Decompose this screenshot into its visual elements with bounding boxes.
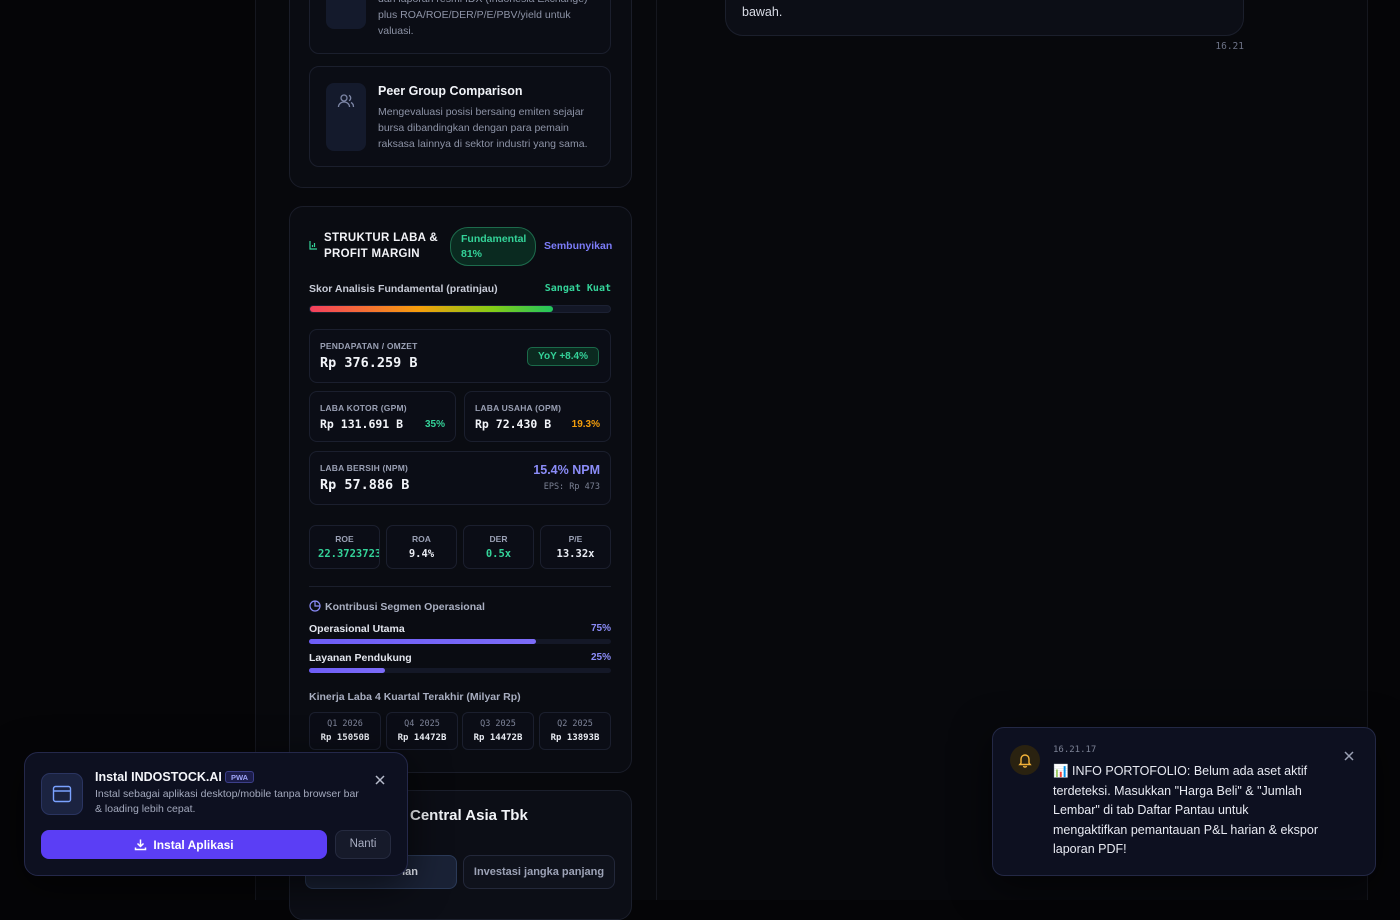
ratio-der: DER 0.5x bbox=[463, 525, 534, 569]
metric-value: Rp 376.259 B bbox=[320, 355, 418, 371]
feature-card-peer-group: Peer Group Comparison Mengevaluasi posis… bbox=[309, 66, 611, 167]
quarter-value: Rp 14472B bbox=[473, 733, 523, 743]
metric-label: PENDAPATAN / OMZET bbox=[320, 341, 418, 351]
ratio-label: P/E bbox=[568, 534, 583, 544]
ratio-pe: P/E 13.32x bbox=[540, 525, 611, 569]
gross-profit-metric: LABA KOTOR (GPM) Rp 131.691 B 35% bbox=[309, 391, 456, 442]
segment-title: Kontribusi Segmen Operasional bbox=[325, 601, 485, 613]
operating-margin-value: 19.3% bbox=[571, 419, 600, 430]
quarter-title: Kinerja Laba 4 Kuartal Terakhir (Milyar … bbox=[309, 691, 521, 703]
feature-card-fundamental: dan laporan resmi IDX (Indonesia Exchang… bbox=[309, 0, 611, 54]
metric-label: LABA USAHA (OPM) bbox=[475, 403, 562, 413]
metric-label: LABA BERSIH (NPM) bbox=[320, 463, 409, 473]
pie-chart-icon bbox=[309, 600, 321, 612]
quarter-label: Q2 2025 bbox=[557, 719, 593, 729]
close-icon[interactable] bbox=[1341, 748, 1357, 764]
ratio-value: 9.4% bbox=[408, 548, 435, 560]
close-icon[interactable] bbox=[371, 771, 389, 789]
score-value: Sangat Kuat bbox=[544, 283, 611, 294]
quarter-box: Q4 2025 Rp 14472B bbox=[386, 712, 458, 750]
chat-timestamp: 16.21 bbox=[1215, 41, 1244, 52]
quarter-box: Q1 2026 Rp 15050B bbox=[309, 712, 381, 750]
score-label: Skor Analisis Fundamental (pratinjau) bbox=[309, 283, 498, 295]
divider bbox=[309, 586, 611, 587]
toast-message: 📊 INFO PORTOFOLIO: Belum ada aset aktif … bbox=[1053, 764, 1318, 856]
ratio-value: 22.37237237 bbox=[318, 548, 379, 560]
eps-value: EPS: Rp 473 bbox=[543, 482, 600, 492]
metric-label: LABA KOTOR (GPM) bbox=[320, 403, 407, 413]
toast-timestamp: 16.21.17 bbox=[1053, 745, 1097, 755]
quarter-value: Rp 13893B bbox=[550, 733, 600, 743]
pwa-title: Instal INDOSTOCK.AI bbox=[95, 770, 222, 784]
quarter-value: Rp 15050B bbox=[320, 733, 370, 743]
app-window-icon bbox=[41, 773, 83, 815]
segment-name: Layanan Pendukung bbox=[309, 652, 412, 664]
metric-value: Rp 72.430 B bbox=[475, 417, 552, 431]
segment-bar bbox=[309, 639, 611, 644]
install-app-button[interactable]: Instal Aplikasi bbox=[41, 830, 327, 859]
quarter-label: Q1 2026 bbox=[327, 719, 363, 729]
chat-message-text: bawah. bbox=[742, 5, 783, 19]
feature-icon-box bbox=[326, 0, 366, 29]
npm-value: 15.4% NPM bbox=[533, 463, 600, 477]
metric-value: Rp 131.691 B bbox=[320, 417, 404, 431]
net-profit-metric: LABA BERSIH (NPM) Rp 57.886 B 15.4% NPM … bbox=[309, 451, 611, 505]
yoy-badge: YoY +8.4% bbox=[527, 347, 599, 366]
quarter-label: Q3 2025 bbox=[480, 719, 516, 729]
metric-value: Rp 57.886 B bbox=[320, 477, 410, 493]
score-progress-bar bbox=[309, 305, 611, 313]
bell-icon bbox=[1010, 745, 1040, 775]
gross-margin-value: 35% bbox=[424, 419, 445, 430]
segment-pct: 25% bbox=[590, 652, 611, 663]
ratio-label: ROE bbox=[335, 534, 354, 544]
download-icon bbox=[135, 839, 147, 851]
feature-title: Peer Group Comparison bbox=[378, 84, 523, 98]
company-title: Central Asia Tbk bbox=[410, 807, 528, 824]
fundamental-badge: Fundamental 81% bbox=[450, 227, 536, 266]
feature-desc: dan laporan resmi IDX (Indonesia Exchang… bbox=[378, 0, 588, 37]
chat-bubble: bawah. bbox=[725, 0, 1244, 36]
score-progress-fill bbox=[310, 306, 553, 312]
operating-profit-metric: LABA USAHA (OPM) Rp 72.430 B 19.3% bbox=[464, 391, 611, 442]
pwa-install-prompt: Instal INDOSTOCK.AI PWA Instal sebagai a… bbox=[24, 752, 408, 876]
quarter-box: Q2 2025 Rp 13893B bbox=[539, 712, 611, 750]
segment-bar-fill bbox=[309, 668, 385, 673]
segment-pct: 75% bbox=[590, 623, 611, 634]
segment-bar bbox=[309, 668, 611, 673]
users-icon bbox=[326, 83, 366, 151]
later-button[interactable]: Nanti bbox=[335, 830, 391, 859]
feature-desc: Mengevaluasi posisi bersaing emiten seja… bbox=[378, 106, 588, 150]
ratio-label: ROA bbox=[412, 534, 431, 544]
section-title: STRUKTUR LABA & PROFIT MARGIN bbox=[324, 232, 438, 260]
hide-button[interactable]: Sembunyikan bbox=[544, 240, 612, 252]
ratio-label: DER bbox=[489, 534, 508, 544]
segment-bar-fill bbox=[309, 639, 536, 644]
pwa-desc: Instal sebagai aplikasi desktop/mobile t… bbox=[95, 788, 359, 815]
segment-name: Operasional Utama bbox=[309, 623, 405, 635]
install-label: Instal Aplikasi bbox=[153, 837, 234, 852]
bar-chart-icon bbox=[309, 241, 317, 250]
tab-long-term[interactable]: Investasi jangka panjang bbox=[463, 855, 615, 889]
portfolio-toast: 16.21.17 📊 INFO PORTOFOLIO: Belum ada as… bbox=[992, 727, 1376, 876]
quarter-box: Q3 2025 Rp 14472B bbox=[462, 712, 534, 750]
ratio-value: 0.5x bbox=[485, 548, 512, 560]
quarter-label: Q4 2025 bbox=[404, 719, 440, 729]
ratio-value: 13.32x bbox=[556, 548, 595, 560]
ratio-roe: ROE 22.37237237 bbox=[309, 525, 380, 569]
quarter-value: Rp 14472B bbox=[397, 733, 447, 743]
ratio-roa: ROA 9.4% bbox=[386, 525, 457, 569]
pwa-badge: PWA bbox=[225, 771, 255, 783]
